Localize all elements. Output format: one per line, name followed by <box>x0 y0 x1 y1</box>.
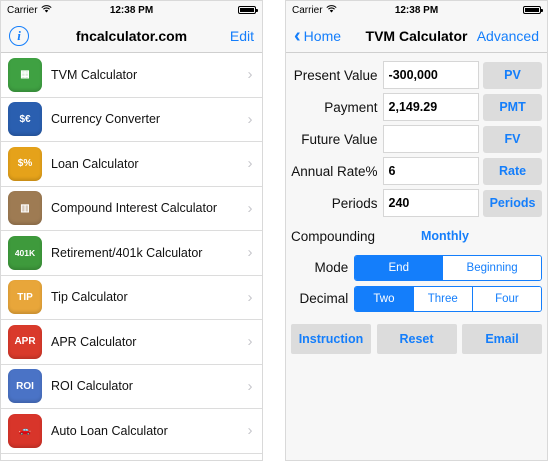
list-item[interactable]: 🚗 Auto Loan Calculator › <box>1 409 262 454</box>
list-item-label: APR Calculator <box>51 334 137 349</box>
field-input[interactable]: 6 <box>382 157 480 185</box>
chevron-right-icon: › <box>247 377 253 395</box>
field-input[interactable]: 240 <box>382 189 480 217</box>
list-item-label: Compound Interest Calculator <box>51 201 218 216</box>
field-label: Periods <box>331 195 378 211</box>
list-item[interactable]: ROI ROI Calculator › <box>1 365 262 409</box>
list-item[interactable]: TIP Tip Calculator › <box>1 276 262 320</box>
info-icon: i <box>9 25 29 46</box>
reset-button[interactable]: Reset <box>376 324 457 354</box>
calculator-list: ▦ TVM Calculator › $€ Currency Converter › $% L… <box>1 53 262 454</box>
list-item[interactable]: $€ Currency Converter › <box>1 98 262 142</box>
solve-button[interactable]: Rate <box>483 157 543 185</box>
compounding-row: Compounding Monthly <box>291 220 542 252</box>
mode-segmented-control: End Beginning <box>354 254 542 281</box>
decimal-segmented-control: Two Three Four <box>354 285 542 312</box>
field-input[interactable]: -300,000 <box>382 61 480 89</box>
chevron-right-icon: › <box>247 155 253 173</box>
list-item[interactable]: 401K Retirement/401k Calculator › <box>1 231 262 276</box>
field-label: Annual Rate% <box>291 163 378 179</box>
page-title: fncalculator.com <box>75 27 188 44</box>
decimal-option[interactable]: Two <box>355 286 413 311</box>
chevron-right-icon: › <box>247 110 253 128</box>
list-item-label: Retirement/401k Calculator <box>51 245 203 260</box>
solve-button[interactable]: Periods <box>483 189 543 217</box>
compounding-label: Compounding <box>291 228 376 244</box>
email-button[interactable]: Email <box>462 324 542 354</box>
battery-icon <box>238 6 258 14</box>
house-icon: $% <box>8 146 42 181</box>
retirement-401k-icon: 401K <box>8 235 42 270</box>
status-bar: Carrier 12:38 PM <box>1 1 262 19</box>
chevron-right-icon: › <box>247 199 253 217</box>
decimal-label: Decimal <box>299 291 349 306</box>
field-label: Future Value <box>301 131 378 147</box>
navbar: i fncalculator.com Edit <box>1 19 262 53</box>
solve-button[interactable]: PV <box>483 61 543 89</box>
apr-icon: APR <box>8 324 42 359</box>
chevron-right-icon: › <box>247 244 253 262</box>
bank-icon: ▥ <box>8 191 42 226</box>
solve-button[interactable]: FV <box>483 125 543 153</box>
field-input[interactable]: 2,149.29 <box>382 93 480 121</box>
wifi-icon <box>325 4 337 16</box>
status-bar: Carrier 12:38 PM <box>286 1 547 19</box>
tip-icon: TIP <box>8 280 42 315</box>
car-icon: 🚗 <box>8 413 42 448</box>
back-button[interactable]: ‹ Home <box>294 26 341 46</box>
info-button[interactable]: i <box>9 25 29 46</box>
home-screen: Carrier 12:38 PM i fncalculator.com Edit… <box>0 0 263 461</box>
mode-option[interactable]: End <box>355 255 443 280</box>
list-item[interactable]: ▦ TVM Calculator › <box>1 53 262 98</box>
chevron-right-icon: › <box>247 288 253 306</box>
list-item-label: TVM Calculator <box>51 67 138 82</box>
advanced-button[interactable]: Advanced <box>477 28 539 44</box>
list-item-label: Tip Calculator <box>51 290 128 305</box>
decimal-option[interactable]: Three <box>412 286 472 311</box>
list-item-label: Currency Converter <box>51 112 161 127</box>
chevron-left-icon: ‹ <box>294 24 301 47</box>
decimal-option[interactable]: Four <box>471 286 541 311</box>
list-item[interactable]: ▥ Compound Interest Calculator › <box>1 187 262 231</box>
instruction-button[interactable]: Instruction <box>291 324 371 354</box>
wifi-icon <box>40 4 52 16</box>
status-time: 12:38 PM <box>394 4 439 16</box>
field-label: Present Value <box>293 67 378 83</box>
carrier-label: Carrier <box>292 4 323 16</box>
decimal-row: Decimal Two Three Four <box>291 283 542 314</box>
field-row: Payment 2,149.29 PMT <box>291 91 543 123</box>
action-buttons: Instruction Reset Email <box>291 324 542 354</box>
list-item-label: ROI Calculator <box>51 379 133 394</box>
field-label: Payment <box>324 99 378 115</box>
roi-icon: ROI <box>8 369 42 404</box>
field-row: Future Value FV <box>291 123 543 155</box>
mode-row: Mode End Beginning <box>291 252 542 283</box>
currency-icon: $€ <box>8 102 42 137</box>
field-input[interactable] <box>382 125 480 153</box>
field-row: Present Value -300,000 PV <box>291 59 543 91</box>
mode-option[interactable]: Beginning <box>442 255 541 280</box>
back-label: Home <box>303 27 342 44</box>
chevron-right-icon: › <box>247 422 253 440</box>
list-item[interactable]: $% Loan Calculator › <box>1 142 262 187</box>
tvm-calculator-screen: Carrier 12:38 PM ‹ Home TVM Calculator A… <box>285 0 548 461</box>
battery-icon <box>523 6 543 14</box>
field-row: Annual Rate% 6 Rate <box>291 155 543 187</box>
mode-label: Mode <box>314 260 349 275</box>
carrier-label: Carrier <box>7 4 38 16</box>
compounding-selector[interactable]: Monthly <box>421 229 469 243</box>
edit-button[interactable]: Edit <box>230 28 254 44</box>
tvm-form: Present Value -300,000 PV Payment 2,149.29 PM… <box>286 53 547 354</box>
field-row: Periods 240 Periods <box>291 187 543 219</box>
list-item[interactable]: APR APR Calculator › <box>1 320 262 365</box>
list-item-label: Loan Calculator <box>51 156 139 171</box>
chevron-right-icon: › <box>247 66 253 84</box>
list-item-label: Auto Loan Calculator <box>51 423 168 438</box>
status-time: 12:38 PM <box>109 4 154 16</box>
navbar: ‹ Home TVM Calculator Advanced <box>286 19 547 53</box>
chevron-right-icon: › <box>247 333 253 351</box>
solve-button[interactable]: PMT <box>483 93 543 121</box>
calculator-icon: ▦ <box>8 57 42 92</box>
